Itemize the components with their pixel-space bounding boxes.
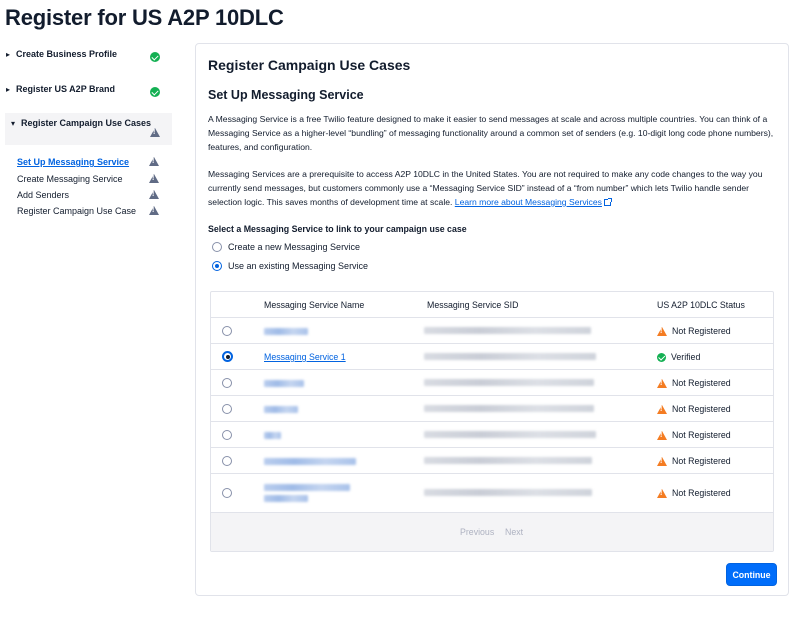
sidebar-step-label: Create Business Profile	[16, 49, 118, 59]
status-cell: Verified	[657, 352, 700, 362]
status-cell: Not Registered	[657, 456, 731, 466]
sidebar-substep-set-up-messaging-service[interactable]: Set Up Messaging Service	[17, 157, 167, 167]
caret-down-icon: ▾	[11, 119, 16, 128]
redacted-service-sid	[424, 489, 592, 496]
status-text: Not Registered	[672, 456, 731, 466]
warning-icon	[149, 190, 159, 201]
status-cell: Not Registered	[657, 430, 731, 440]
caret-right-icon: ▸	[6, 50, 11, 59]
status-text: Not Registered	[672, 404, 731, 414]
row-radio-button[interactable]	[222, 430, 232, 440]
intro-paragraph: A Messaging Service is a free Twilio fea…	[208, 114, 774, 152]
table-row[interactable]: Not Registered	[211, 370, 773, 396]
redacted-service-sid	[424, 327, 591, 334]
substep-label: Create Messaging Service	[17, 174, 123, 184]
prerequisite-paragraph: Messaging Services are a prerequisite to…	[208, 167, 776, 209]
redacted-service-sid	[424, 405, 594, 412]
pagination-previous[interactable]: Previous	[460, 527, 494, 537]
substep-label: Register Campaign Use Case	[17, 206, 137, 216]
continue-button[interactable]: Continue	[726, 563, 777, 586]
external-link-icon	[603, 198, 612, 207]
redacted-service-sid	[424, 457, 592, 464]
row-radio-button[interactable]	[222, 404, 232, 414]
status-text: Not Registered	[672, 378, 731, 388]
caret-right-icon: ▸	[6, 85, 11, 94]
radio-create-new-service[interactable]: Create a new Messaging Service	[212, 242, 360, 252]
column-header-name: Messaging Service Name	[264, 300, 365, 310]
table-row[interactable]: Messaging Service 1 Verified	[211, 344, 773, 370]
learn-more-link[interactable]: Learn more about Messaging Services	[455, 197, 602, 207]
warning-icon	[657, 404, 667, 414]
pagination-next[interactable]: Next	[505, 527, 523, 537]
status-text: Not Registered	[672, 488, 731, 498]
check-circle-icon	[150, 49, 160, 67]
row-radio-button[interactable]	[222, 378, 232, 388]
redacted-service-name[interactable]	[264, 495, 308, 502]
redacted-service-name[interactable]	[264, 406, 298, 413]
sidebar-substep-add-senders[interactable]: Add Senders	[17, 190, 167, 200]
radio-button[interactable]	[212, 242, 222, 252]
check-circle-icon	[150, 84, 160, 102]
table-row[interactable]: Not Registered	[211, 396, 773, 422]
warning-icon	[149, 157, 159, 168]
warning-icon	[150, 124, 160, 142]
warning-icon	[657, 488, 667, 498]
radio-button[interactable]	[212, 261, 222, 271]
radio-label: Use an existing Messaging Service	[228, 261, 369, 271]
redacted-service-name[interactable]	[264, 328, 308, 335]
sidebar-step-business-profile[interactable]: ▸ Create Business Profile	[6, 48, 172, 62]
redacted-service-sid	[424, 431, 596, 438]
sidebar-step-label: Register US A2P Brand	[16, 84, 116, 94]
page-title: Register for US A2P 10DLC	[5, 5, 284, 30]
redacted-service-name[interactable]	[264, 458, 356, 465]
row-radio-button[interactable]	[222, 351, 233, 362]
warning-icon	[657, 456, 667, 466]
redacted-service-name[interactable]	[264, 380, 304, 387]
table-row[interactable]: Not Registered	[211, 318, 773, 344]
status-cell: Not Registered	[657, 404, 731, 414]
row-radio-button[interactable]	[222, 326, 232, 336]
redacted-service-name[interactable]	[264, 484, 350, 491]
warning-icon	[657, 326, 667, 336]
status-cell: Not Registered	[657, 326, 731, 336]
substep-label: Add Senders	[17, 190, 70, 200]
row-radio-button[interactable]	[222, 456, 232, 466]
radio-label: Create a new Messaging Service	[228, 242, 361, 252]
warning-icon	[149, 206, 159, 217]
main-card: Register Campaign Use Cases Set Up Messa…	[195, 43, 789, 596]
table-header: Messaging Service Name Messaging Service…	[211, 292, 773, 318]
section-heading: Register Campaign Use Cases	[208, 57, 411, 73]
messaging-services-table: Messaging Service Name Messaging Service…	[210, 291, 774, 552]
warning-icon	[149, 174, 159, 185]
sidebar-step-brand[interactable]: ▸ Register US A2P Brand	[6, 83, 172, 97]
status-text: Verified	[671, 352, 701, 362]
substep-label: Set Up Messaging Service	[17, 157, 130, 167]
column-header-sid: Messaging Service SID	[427, 300, 519, 310]
table-row[interactable]: Not Registered	[211, 422, 773, 448]
select-service-label: Select a Messaging Service to link to yo…	[208, 224, 467, 234]
check-circle-icon	[657, 352, 666, 362]
redacted-service-name[interactable]	[264, 432, 281, 439]
status-text: Not Registered	[672, 430, 731, 440]
status-cell: Not Registered	[657, 378, 731, 388]
sidebar-substep-register-campaign-use-case[interactable]: Register Campaign Use Case	[17, 206, 167, 216]
warning-icon	[657, 430, 667, 440]
sidebar-substep-create-messaging-service[interactable]: Create Messaging Service	[17, 174, 167, 184]
table-pagination: Previous Next	[211, 513, 773, 551]
row-radio-button[interactable]	[222, 488, 232, 498]
status-cell: Not Registered	[657, 488, 731, 498]
sidebar-step-campaign-use-cases[interactable]: ▾ Register Campaign Use Cases	[5, 113, 172, 145]
redacted-service-sid	[424, 353, 596, 360]
redacted-service-sid	[424, 379, 594, 386]
table-row[interactable]: Not Registered	[211, 474, 773, 513]
radio-use-existing-service[interactable]: Use an existing Messaging Service	[212, 261, 368, 271]
section-subheading: Set Up Messaging Service	[208, 88, 364, 102]
service-name-link[interactable]: Messaging Service 1	[264, 352, 346, 362]
warning-icon	[657, 378, 667, 388]
column-header-status: US A2P 10DLC Status	[657, 300, 745, 310]
status-text: Not Registered	[672, 326, 731, 336]
table-row[interactable]: Not Registered	[211, 448, 773, 474]
